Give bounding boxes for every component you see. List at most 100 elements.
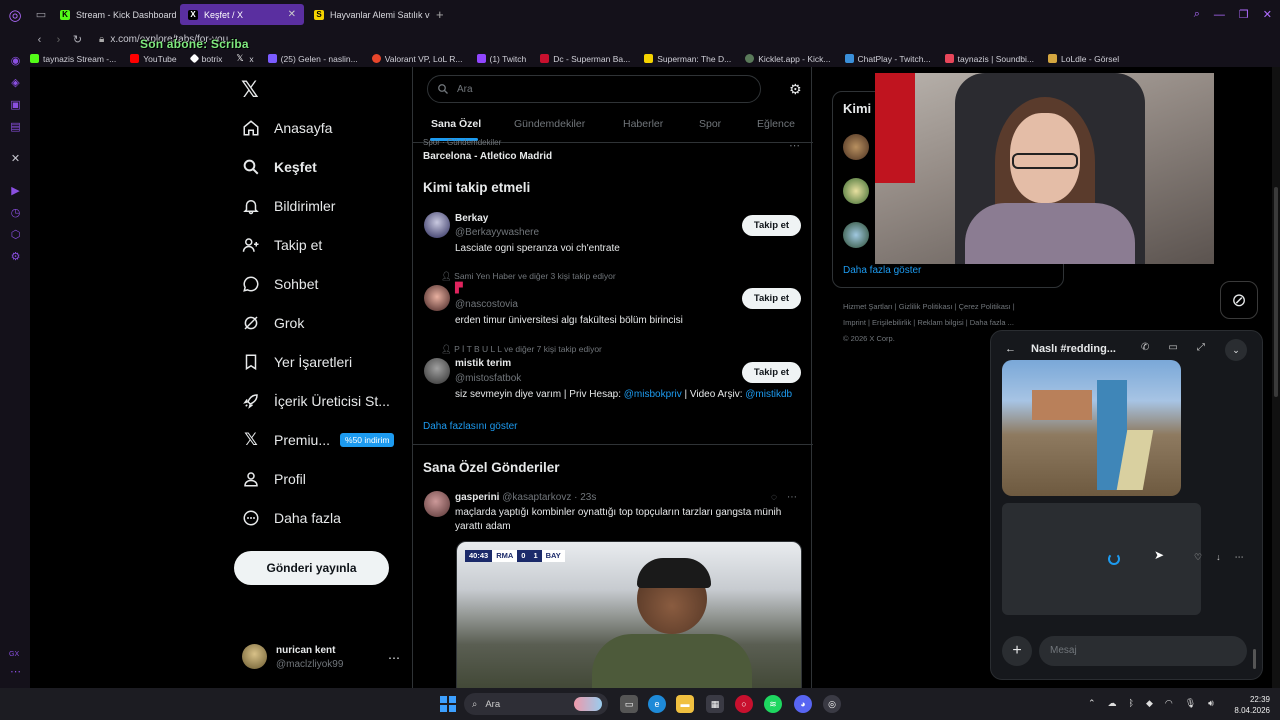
discord-icon[interactable]: ◕ (794, 695, 812, 713)
nav-creator-studio[interactable]: İçerik Üreticisi St... (242, 392, 390, 410)
more-icon[interactable]: ⋯ (787, 492, 797, 503)
nav-notifications[interactable]: Bildirimler (242, 197, 335, 215)
opera-gx-logo-icon[interactable]: ◎ (0, 0, 30, 29)
spotify-icon[interactable]: ≋ (764, 695, 782, 713)
video-icon[interactable]: ▭ (1168, 342, 1177, 353)
close-window-icon[interactable]: ✕ (1263, 8, 1272, 21)
mail-sidebar-icon[interactable]: ▤ (9, 121, 22, 134)
bookmark-item[interactable]: ChatPlay - Twitch... (844, 54, 931, 64)
footer-link[interactable]: Erişilebilirlik (872, 318, 911, 327)
bookmark-item[interactable]: taynazis | Soundbi... (944, 54, 1034, 64)
message-input[interactable]: Mesaj (1039, 636, 1247, 666)
nav-grok[interactable]: Grok (242, 314, 304, 332)
avatar[interactable] (843, 178, 869, 204)
bio-mention-link[interactable]: @misbokpriv (624, 389, 682, 400)
history-icon[interactable]: ◷ (9, 207, 22, 220)
footer-link[interactable]: Çerez Politikası (959, 302, 1011, 311)
taskbar-search[interactable]: ⌕ Ara (464, 693, 608, 715)
x-sidebar-icon[interactable]: ✕ (9, 153, 22, 166)
follow-button[interactable]: Takip et (742, 215, 801, 236)
gx-corner-icon[interactable]: ◉ (9, 55, 22, 68)
player-icon[interactable]: ▶ (9, 185, 22, 198)
tweet[interactable]: gasperini @kasaptarkovz · 23s ◌ ⋯ maçlard… (413, 485, 813, 688)
obs-icon[interactable]: ◎ (823, 695, 841, 713)
system-clock[interactable]: 22:39 8.04.2026 (1228, 694, 1270, 716)
store-icon[interactable]: ▦ (706, 695, 724, 713)
chevron-down-icon[interactable]: ⌄ (1225, 339, 1247, 361)
wifi-icon[interactable]: ◠ (1165, 698, 1173, 709)
nav-home[interactable]: Anasayfa (242, 119, 332, 137)
more-sidebar-icon[interactable]: ⋯ (9, 666, 22, 679)
trend-title[interactable]: Barcelona - Atletico Madrid (423, 151, 552, 162)
tweet-media-image[interactable]: 40:43 RMA 0 1 BAY (456, 541, 802, 688)
tab-news[interactable]: Haberler (623, 118, 663, 130)
extensions-icon[interactable]: ⬡ (9, 229, 22, 242)
footer-link[interactable]: Gizlilik Politikası (899, 302, 953, 311)
bookmark-item[interactable]: Valorant VP, LoL R... (371, 54, 463, 64)
chat-loading-media[interactable]: ➤ (1002, 503, 1201, 615)
follow-button[interactable]: Takip et (742, 288, 801, 309)
gear-icon[interactable]: ⚙ (789, 81, 802, 98)
chat-scrollbar[interactable] (1253, 649, 1256, 669)
settings-sidebar-icon[interactable]: ⚙ (9, 251, 22, 264)
tab-trending[interactable]: Gündemdekiler (514, 118, 585, 130)
search-input[interactable]: Ara (427, 75, 761, 103)
bookmark-item[interactable]: YouTube (130, 54, 177, 64)
file-explorer-icon[interactable]: ▬ (676, 695, 694, 713)
forward-icon[interactable]: › (49, 34, 68, 46)
browser-tab-x[interactable]: X Keşfet / X ✕ (180, 4, 304, 25)
bookmark-item[interactable]: Dc - Superman Ba... (540, 54, 630, 64)
opera-gx-icon[interactable]: ○ (735, 695, 753, 713)
bookmark-item[interactable]: (1) Twitch (476, 54, 526, 64)
nav-profile[interactable]: Profil (242, 470, 306, 488)
nav-explore[interactable]: Keşfet (242, 158, 317, 176)
nav-more[interactable]: Daha fazla (242, 509, 341, 527)
react-icon[interactable]: ♡ (1194, 552, 1202, 563)
chevron-up-icon[interactable]: ⌃ (1088, 698, 1096, 709)
account-switcher[interactable]: nurican kent @maclzliyok99 ⋯ (242, 643, 402, 673)
avatar[interactable] (843, 134, 869, 160)
show-more-link[interactable]: Daha fazlasını göster (423, 421, 518, 432)
microphone-icon[interactable]: 🎙︎ (1185, 698, 1196, 709)
add-attachment-button[interactable]: + (1002, 636, 1032, 666)
gx-label-icon[interactable]: GX (9, 651, 19, 658)
back-arrow-icon[interactable]: ← (1005, 343, 1016, 355)
more-icon[interactable]: ⋯ (789, 139, 800, 152)
search-tabs-icon[interactable]: ⌕ (1194, 8, 1200, 21)
footer-link[interactable]: Daha fazla ... (970, 318, 1014, 327)
bookmark-item[interactable]: Superman: The D... (644, 54, 731, 64)
reload-icon[interactable]: ↻ (68, 33, 87, 46)
browser-tab-kick[interactable]: K Stream - Kick Dashboard (52, 4, 178, 25)
page-scrollbar[interactable] (1272, 67, 1280, 688)
tab-entertainment[interactable]: Eğlence (757, 118, 795, 130)
suggested-user[interactable]: Berkay @Berkayywashere Lasciate ogni spe… (413, 211, 813, 275)
new-tab-icon[interactable]: + (436, 7, 444, 22)
volume-icon[interactable]: 🔊︎ (1208, 698, 1214, 709)
nav-premium[interactable]: 𝕏 Premiu... %50 indirim (242, 430, 395, 449)
grok-icon[interactable]: ⊘ (1220, 281, 1258, 319)
minimize-icon[interactable]: — (1214, 9, 1225, 21)
edge-icon[interactable]: e (648, 695, 666, 713)
maximize-icon[interactable]: ❐ (1239, 8, 1249, 21)
follow-button[interactable]: Takip et (742, 362, 801, 383)
download-icon[interactable]: ↓ (1216, 552, 1221, 563)
tray-app-icon[interactable]: ☁ (1108, 698, 1117, 709)
more-icon[interactable]: ⋯ (1235, 552, 1244, 563)
footer-link[interactable]: Imprint (843, 318, 866, 327)
tab-island-icon[interactable]: ▭ (30, 8, 52, 21)
footer-link[interactable]: Reklam bilgisi (917, 318, 963, 327)
tab-sports[interactable]: Spor (699, 118, 721, 130)
bookmark-item[interactable]: (25) Gelen - naslin... (267, 54, 358, 64)
bookmark-item[interactable]: taynazis Stream -... (30, 54, 116, 64)
bookmark-item[interactable]: 𝕏x (236, 54, 253, 64)
post-button[interactable]: Gönderi yayınla (234, 551, 389, 585)
x-logo-icon[interactable]: 𝕏 (241, 77, 259, 103)
suggested-user[interactable]: 👤︎ P İ T B U L L ve diğer 7 kişi takip e… (413, 344, 813, 408)
scrollbar-thumb[interactable] (1274, 187, 1278, 397)
tray-app-icon[interactable]: ◆ (1146, 698, 1153, 709)
show-more-link[interactable]: Daha fazla göster (843, 265, 921, 276)
phone-icon[interactable]: ✆ (1141, 342, 1149, 353)
bookmark-item[interactable]: LoLdle - Görsel (1048, 54, 1119, 64)
nav-bookmarks[interactable]: Yer İşaretleri (242, 353, 352, 371)
footer-link[interactable]: Hizmet Şartları (843, 302, 893, 311)
